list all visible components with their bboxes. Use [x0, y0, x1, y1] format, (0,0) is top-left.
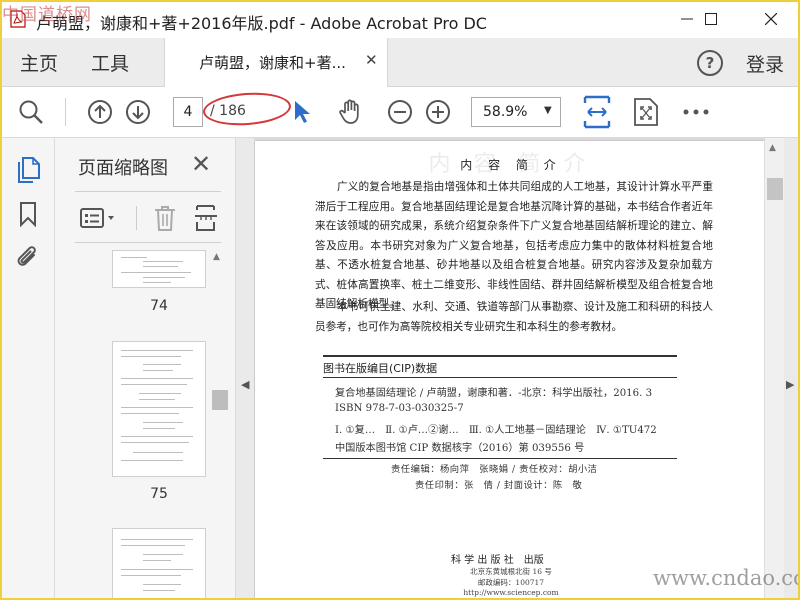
arrow-up-circle-icon [88, 100, 112, 124]
panel-close-icon[interactable]: ✕ [191, 150, 211, 178]
summary-paragraph: 广义的复合地基是指由增强体和土体共同组成的人工地基，其设计计算水平严重滞后于工程… [315, 181, 713, 310]
scroll-up-arrow-icon[interactable]: ▲ [769, 143, 776, 153]
audience-paragraph: 本书可供土建、水利、交通、铁道等部门从事勘察、设计及施工和科研的科技人员参考，也… [315, 301, 713, 333]
title-bar: 卢萌盟，谢康和+著+2016年版.pdf - Adobe Acrobat Pro… [0, 0, 800, 38]
zoom-in-button[interactable] [424, 87, 452, 137]
page-heading: 内 容 简 介 [460, 158, 562, 172]
cip-line: Ⅰ. ①复… Ⅱ. ①卢…②谢… Ⅲ. ①人工地基－固结理论 Ⅳ. ①TU472 [335, 425, 657, 436]
hand-icon [339, 99, 359, 124]
panel-toolbar-separator [136, 206, 137, 230]
maximize-button[interactable] [688, 0, 734, 38]
plus-circle-icon [426, 100, 450, 124]
close-window-button[interactable] [748, 0, 794, 38]
search-button[interactable] [16, 87, 46, 137]
cip-bottom-rule [323, 458, 677, 459]
thumbnail-page-number: 75 [150, 486, 168, 502]
select-tool-button[interactable] [290, 87, 314, 137]
menu-home[interactable]: 主页 [20, 49, 58, 76]
cip-top-rule [323, 355, 677, 357]
arrow-down-circle-icon [126, 100, 150, 124]
page-thumbnails-panel: 页面缩略图 ✕ 74 75 ▲ [55, 138, 236, 600]
more-dots-icon [683, 109, 709, 115]
panel-splitter[interactable] [236, 138, 254, 600]
window-title: 卢萌盟，谢康和+著+2016年版.pdf - Adobe Acrobat Pro… [36, 14, 487, 33]
fit-width-icon [583, 95, 611, 129]
minus-circle-icon [388, 100, 412, 124]
corner-watermark: 中国道桥网 [2, 5, 92, 25]
thumbnail-scrollbar[interactable] [211, 250, 229, 600]
fit-width-button[interactable] [582, 87, 612, 137]
thumbnail-page-number: 74 [150, 298, 168, 314]
tab-close-icon[interactable]: ✕ [365, 51, 378, 69]
cip-line: ISBN 978-7-03-030325-7 [335, 403, 464, 414]
zoom-out-button[interactable] [386, 87, 414, 137]
expand-right-panel-arrow-icon[interactable]: ▶ [786, 378, 794, 391]
pdf-page: 内 容 简 介 内 容 简 介 广义的复合地基是指由增强体和土体共同组成的人工地… [255, 141, 767, 600]
bookmark-icon [20, 202, 36, 227]
page-thumbnail[interactable] [112, 528, 206, 600]
left-navigation-rail [0, 138, 55, 600]
search-icon [19, 100, 43, 124]
toolbar-separator [65, 98, 66, 126]
site-watermark: www.cndao.com [653, 566, 800, 590]
help-icon[interactable]: ? [697, 50, 723, 76]
main-toolbar: / 186 58.9% ▼ [0, 87, 800, 138]
document-tab-label: 卢萌盟，谢康和+著... [199, 54, 346, 72]
paperclip-icon [17, 246, 36, 266]
editor-credit: 责任编辑：杨向萍 张晓娟 / 责任校对：胡小洁 [391, 464, 598, 475]
document-scroll-thumb[interactable] [767, 178, 783, 200]
page-thumbnails-button[interactable] [14, 156, 42, 184]
trash-icon[interactable] [153, 204, 177, 232]
thumbnail-options-icon[interactable] [80, 206, 118, 230]
full-screen-button[interactable] [632, 87, 660, 137]
menu-tab-bar: 主页 工具 卢萌盟，谢康和+著... ✕ ? 登录 [0, 38, 800, 87]
panel-toolbar [55, 198, 235, 238]
panel-title: 页面缩略图 [78, 158, 168, 179]
close-icon [765, 13, 777, 25]
panel-divider [75, 191, 221, 192]
document-scrollbar[interactable] [764, 138, 784, 600]
next-page-button[interactable] [124, 87, 152, 137]
document-view[interactable]: 内 容 简 介 内 容 简 介 广义的复合地基是指由增强体和土体共同组成的人工地… [254, 138, 784, 600]
cip-line: 中国版本图书馆 CIP 数据核字（2016）第 039556 号 [335, 443, 585, 454]
page-number-input[interactable] [173, 97, 203, 127]
collapse-panel-arrow-icon[interactable]: ◀ [241, 378, 249, 391]
page-expand-icon [634, 98, 658, 126]
page-thumbnail[interactable] [112, 341, 206, 477]
more-tools-button[interactable] [682, 87, 710, 137]
publisher-line: 科 学 出 版 社 出版 [451, 555, 544, 566]
hand-tool-button[interactable] [336, 87, 366, 137]
crop-pages-icon[interactable] [194, 204, 218, 232]
attachments-button[interactable] [14, 244, 42, 272]
printing-credit: 责任印制：张 倩 / 封面设计：陈 敬 [415, 480, 583, 491]
copy-pages-icon [18, 157, 40, 183]
chevron-down-icon: ▼ [544, 105, 552, 116]
bookmarks-button[interactable] [14, 200, 42, 228]
previous-page-button[interactable] [86, 87, 114, 137]
document-tab[interactable]: 卢萌盟，谢康和+著... ✕ [164, 38, 388, 87]
panel-divider-2 [75, 242, 221, 243]
right-panel-toggle-strip[interactable] [784, 138, 800, 600]
zoom-select[interactable]: 58.9% ▼ [471, 97, 561, 127]
login-button[interactable]: 登录 [746, 50, 784, 77]
cip-title: 图书在版编目(CIP)数据 [323, 362, 438, 375]
cursor-arrow-icon [295, 101, 310, 123]
cip-mid-rule [323, 377, 677, 378]
maximize-icon [705, 13, 717, 25]
zoom-value: 58.9% [483, 104, 528, 120]
menu-tools[interactable]: 工具 [91, 49, 129, 76]
cip-line: 复合地基固结理论 / 卢萌盟，谢康和著．-北京：科学出版社，2016. 3 [335, 388, 653, 399]
thumbnail-scroll-thumb[interactable] [212, 390, 228, 410]
scroll-up-arrow-icon[interactable]: ▲ [213, 252, 220, 262]
page-thumbnail[interactable] [112, 250, 206, 288]
